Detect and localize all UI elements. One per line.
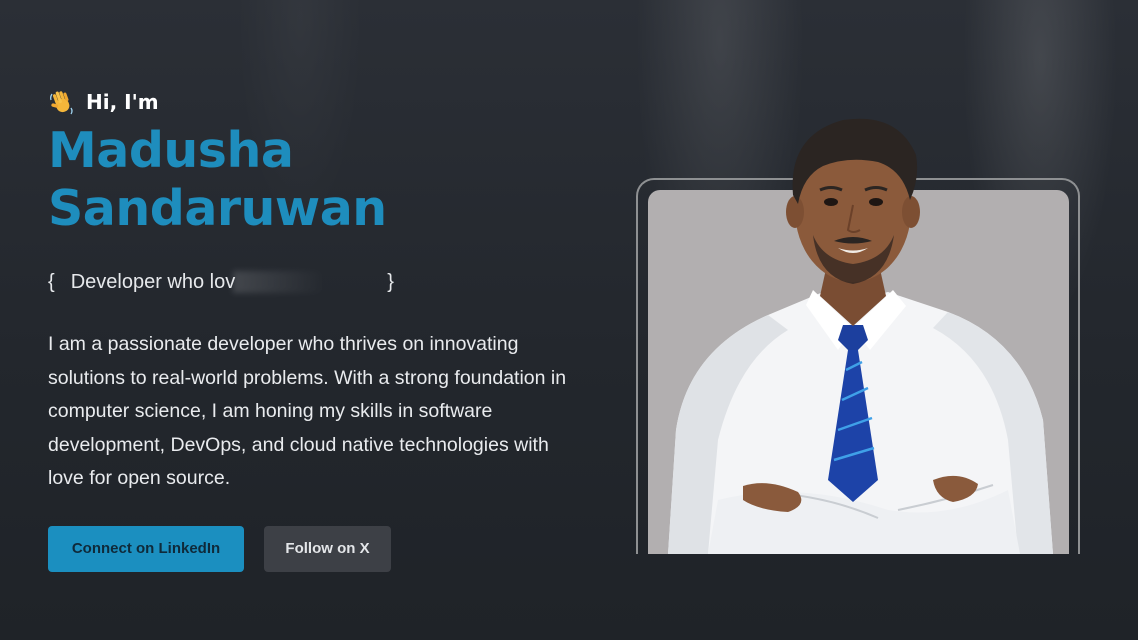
greeting-text: Hi, I'm (86, 90, 159, 114)
tagline-text: Developer who lov (70, 270, 236, 293)
cta-buttons: Connect on LinkedIn Follow on X (48, 525, 588, 572)
hero-intro: Hi, I'm Madusha Sandaruwan { Developer w… (48, 88, 588, 572)
typing-tagline: { Developer who lov } (48, 268, 588, 296)
connect-linkedin-button[interactable]: Connect on LinkedIn (48, 525, 244, 572)
waving-hand-icon (50, 91, 73, 115)
tagline-close-brace: } (387, 270, 394, 293)
greeting: Hi, I'm (48, 88, 588, 116)
tagline-open-brace: { (48, 270, 55, 293)
profile-photo (668, 118, 1053, 554)
follow-x-button[interactable]: Follow on X (264, 525, 391, 572)
bio-paragraph: I am a passionate developer who thrives … (48, 333, 567, 489)
page-title: Madusha Sandaruwan (48, 122, 588, 238)
typing-fade (233, 271, 326, 293)
name-first: Madusha (48, 122, 294, 179)
name-last: Sandaruwan (48, 180, 387, 237)
